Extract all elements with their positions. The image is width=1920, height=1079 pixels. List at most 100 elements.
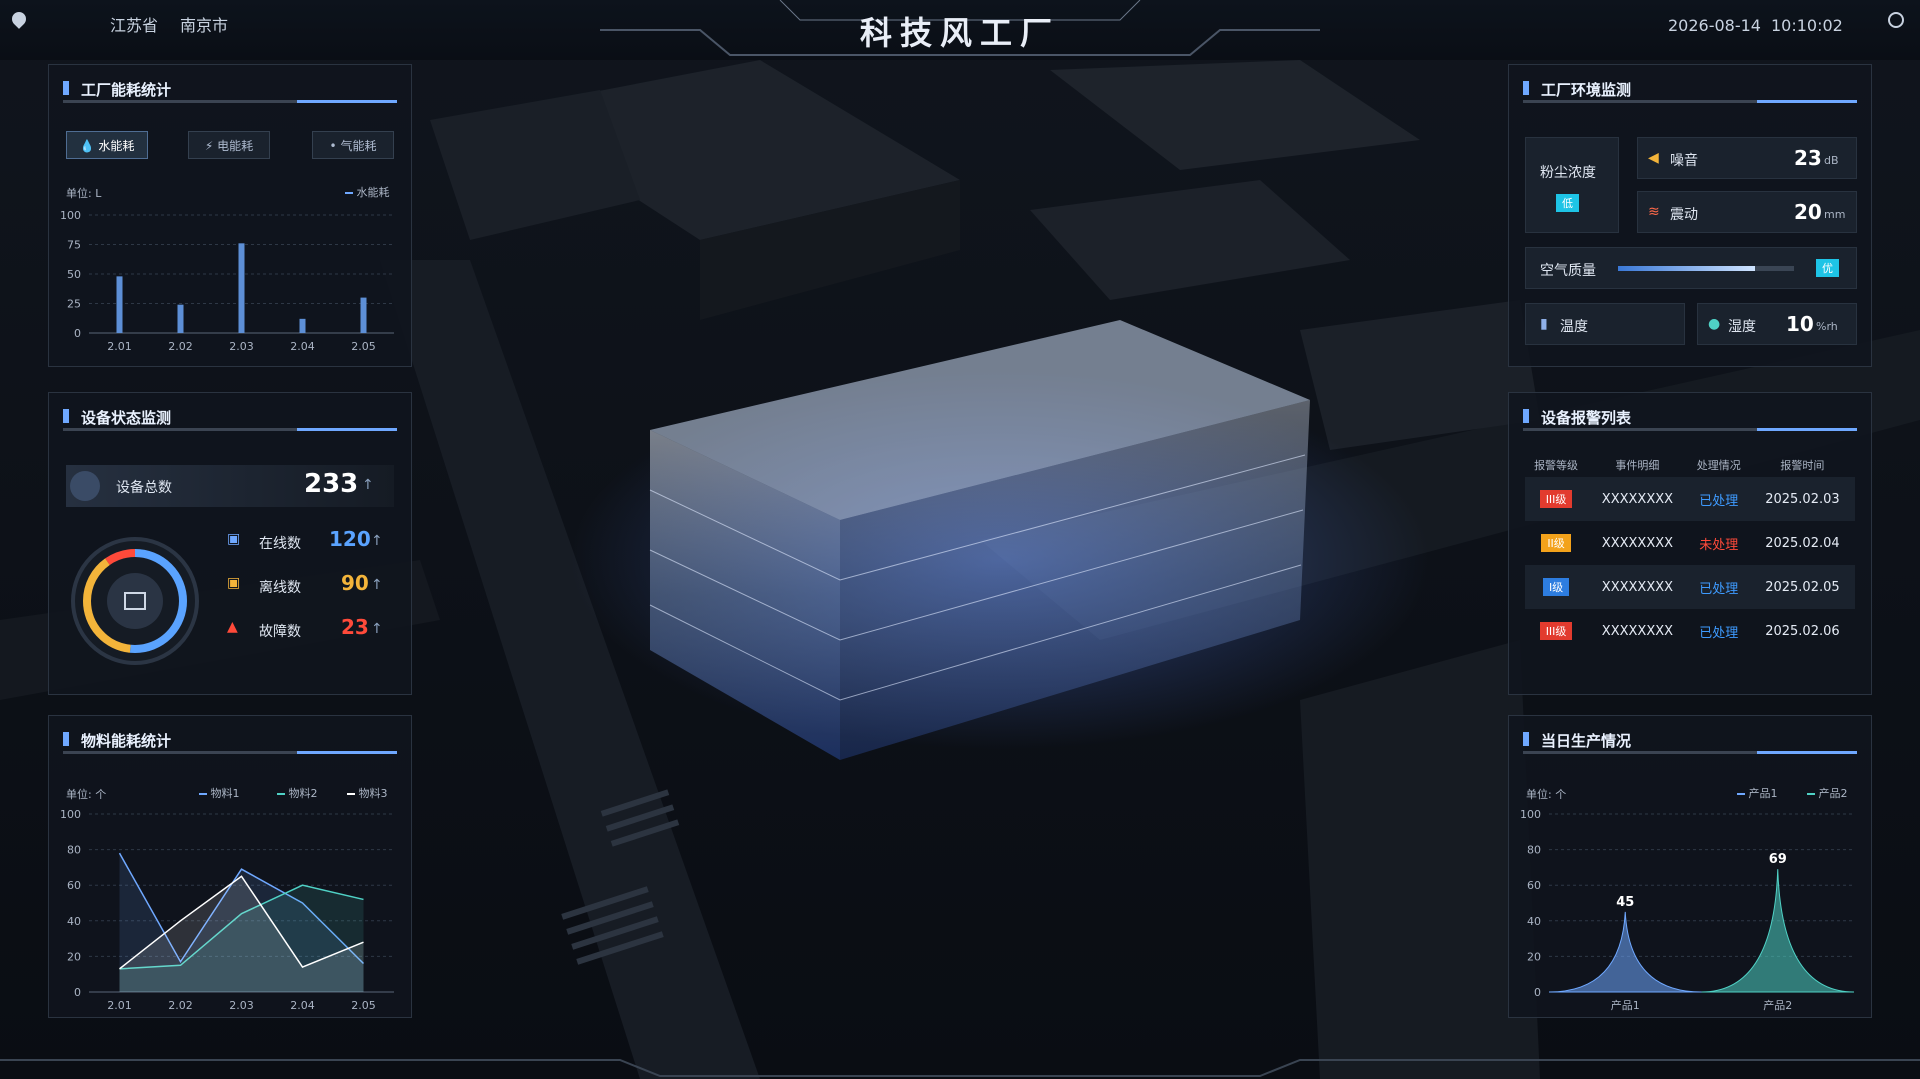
x-tick-label: 2.04 xyxy=(290,340,315,353)
y-tick-label: 25 xyxy=(67,298,81,311)
device-panel-header: 设备状态监测 xyxy=(63,403,397,431)
y-tick-label: 100 xyxy=(60,209,81,222)
energy-legend-label: 水能耗 xyxy=(356,186,390,199)
panel-title-underline xyxy=(1523,100,1857,103)
temperature-label: 温度 xyxy=(1560,319,1588,335)
alarm-status-text: 已处理 xyxy=(1699,581,1739,597)
tab-gas[interactable]: • 气能耗 xyxy=(312,131,394,159)
energy-bar xyxy=(116,276,123,333)
device-total-value: 233 xyxy=(304,469,359,499)
humidity-unit: %rh xyxy=(1816,320,1838,333)
device-panel-title: 设备状态监测 xyxy=(81,409,172,427)
table-row[interactable]: III级 XXXXXXXX 已处理 2025.02.03 xyxy=(1525,477,1855,521)
date-label: 2026-08-14 xyxy=(1668,16,1761,35)
material-legend-1: 物料1 xyxy=(199,785,240,801)
production-legend-2: 产品2 xyxy=(1807,785,1848,801)
alarm-table-header: 报警等级 事件明细 处理情况 报警时间 xyxy=(1525,453,1855,477)
x-tick-label: 2.02 xyxy=(168,999,193,1012)
table-row[interactable]: III级 XXXXXXXX 已处理 2025.02.06 xyxy=(1525,609,1855,653)
legend-swatch xyxy=(199,793,207,795)
tab-gas-label: 气能耗 xyxy=(340,139,377,153)
environment-panel-header: 工厂环境监测 xyxy=(1523,75,1857,103)
alarm-detail-text: XXXXXXXX xyxy=(1601,623,1674,639)
y-tick-label: 50 xyxy=(67,268,81,281)
vibration-box: ≋ 震动 20 mm xyxy=(1637,191,1857,233)
thermometer-icon: ▮ xyxy=(1540,316,1548,332)
environment-panel: 工厂环境监测 粉尘浓度 低 ◀ 噪音 23 dB ≋ 震动 20 mm 空气质量… xyxy=(1508,64,1872,367)
alarm-table: 报警等级 事件明细 处理情况 报警时间 III级 XXXXXXXX 已处理 2025.… xyxy=(1525,453,1855,653)
fault-value: 23 xyxy=(341,615,369,639)
alarm-detail-text: XXXXXXXX xyxy=(1601,579,1674,595)
device-total-icon xyxy=(70,471,100,501)
x-tick-label: 2.03 xyxy=(229,340,254,353)
panel-title-bar xyxy=(63,81,69,95)
noise-unit: dB xyxy=(1824,154,1839,167)
speaker-icon: ◀ xyxy=(1648,150,1659,166)
x-tick-label: 2.05 xyxy=(351,999,376,1012)
alarm-detail-text: XXXXXXXX xyxy=(1601,491,1674,507)
alarm-cell-level: I级 xyxy=(1525,565,1588,609)
alarm-status-text: 已处理 xyxy=(1699,493,1739,509)
x-tick-label: 产品2 xyxy=(1763,998,1792,1012)
energy-bar xyxy=(238,243,245,333)
warning-icon: ▲ xyxy=(227,619,238,635)
alarm-cell-detail: XXXXXXXX xyxy=(1587,521,1688,565)
y-tick-label: 100 xyxy=(1520,808,1541,821)
device-total-label: 设备总数 xyxy=(116,480,172,496)
monitor-icon: ▣ xyxy=(227,531,241,547)
panel-title-underline xyxy=(1523,751,1857,754)
production-legend-2-label: 产品2 xyxy=(1818,787,1848,800)
production-panel-title: 当日生产情况 xyxy=(1541,732,1632,750)
panel-title-underline xyxy=(1523,428,1857,431)
alarm-cell-status: 已处理 xyxy=(1687,565,1750,609)
fault-label: 故障数 xyxy=(259,624,301,640)
alarm-level-badge: III级 xyxy=(1539,622,1573,640)
alarm-cell-time: 2025.02.03 xyxy=(1749,477,1855,521)
y-tick-label: 40 xyxy=(67,915,81,928)
dust-box: 粉尘浓度 低 xyxy=(1525,137,1619,233)
y-tick-label: 20 xyxy=(67,950,81,963)
panel-title-bar xyxy=(1523,81,1529,95)
production-legend-1-label: 产品1 xyxy=(1748,787,1778,800)
x-tick-label: 2.04 xyxy=(290,999,315,1012)
air-quality-box: 空气质量 优 xyxy=(1525,247,1857,289)
bottom-frame xyxy=(0,1059,1920,1077)
tab-water[interactable]: 💧 水能耗 xyxy=(66,131,148,159)
energy-bar xyxy=(360,297,367,333)
province-label[interactable]: 江苏省 xyxy=(110,12,158,36)
alarm-time-text: 2025.02.03 xyxy=(1765,491,1840,507)
energy-panel: 工厂能耗统计 💧 水能耗 ⚡ 电能耗 • 气能耗 单位: L 水能耗 0 25 50… xyxy=(48,64,412,367)
dust-label: 粉尘浓度 xyxy=(1540,165,1596,181)
alarm-panel-header: 设备报警列表 xyxy=(1523,403,1857,431)
tab-electric[interactable]: ⚡ 电能耗 xyxy=(188,131,270,159)
product-peak xyxy=(1701,869,1855,993)
material-panel-title: 物料能耗统计 xyxy=(81,732,172,750)
temperature-box: ▮ 温度 xyxy=(1525,303,1685,345)
alarm-time-text: 2025.02.05 xyxy=(1765,579,1840,595)
legend-swatch xyxy=(1737,793,1745,795)
device-panel: 设备状态监测 设备总数 233 ↑ ▣ 在线数 120 ↑ ▣ 离线数 90 ↑… xyxy=(48,392,412,695)
production-peak-chart: 0 20 40 60 80 100 45 产品1 69 产品2 xyxy=(1520,808,1855,1012)
material-panel: 物料能耗统计 单位: 个 物料1 物料2 物料3 0 20 40 60 80 100 2.0… xyxy=(48,715,412,1018)
panel-title-bar xyxy=(1523,409,1529,423)
material-area-chart: 0 20 40 60 80 100 2.01 2.02 2.03 2.04 2.05 xyxy=(60,808,394,1012)
column-header: 报警等级 xyxy=(1534,459,1579,472)
online-value: 120 xyxy=(329,527,371,551)
vibration-value: 20 xyxy=(1794,200,1822,224)
energy-panel-header: 工厂能耗统计 xyxy=(63,75,397,103)
material-legend-3-label: 物料3 xyxy=(358,787,388,800)
donut-center xyxy=(107,573,163,629)
environment-panel-title: 工厂环境监测 xyxy=(1541,81,1632,99)
humidity-box: ● 湿度 10 %rh xyxy=(1697,303,1857,345)
trend-up-icon: ↑ xyxy=(371,577,383,593)
x-tick-label: 2.02 xyxy=(168,340,193,353)
alarm-level-badge: II级 xyxy=(1541,534,1571,552)
table-row[interactable]: I级 XXXXXXXX 已处理 2025.02.05 xyxy=(1525,565,1855,609)
table-row[interactable]: II级 XXXXXXXX 未处理 2025.02.04 xyxy=(1525,521,1855,565)
x-tick-label: 2.03 xyxy=(229,999,254,1012)
air-quality-badge: 优 xyxy=(1816,259,1839,277)
x-tick-label: 产品1 xyxy=(1611,998,1640,1012)
city-label[interactable]: 南京市 xyxy=(180,12,228,36)
alarm-panel: 设备报警列表 报警等级 事件明细 处理情况 报警时间 III级 XXXXXXXX 已… xyxy=(1508,392,1872,695)
x-tick-label: 2.01 xyxy=(107,999,132,1012)
